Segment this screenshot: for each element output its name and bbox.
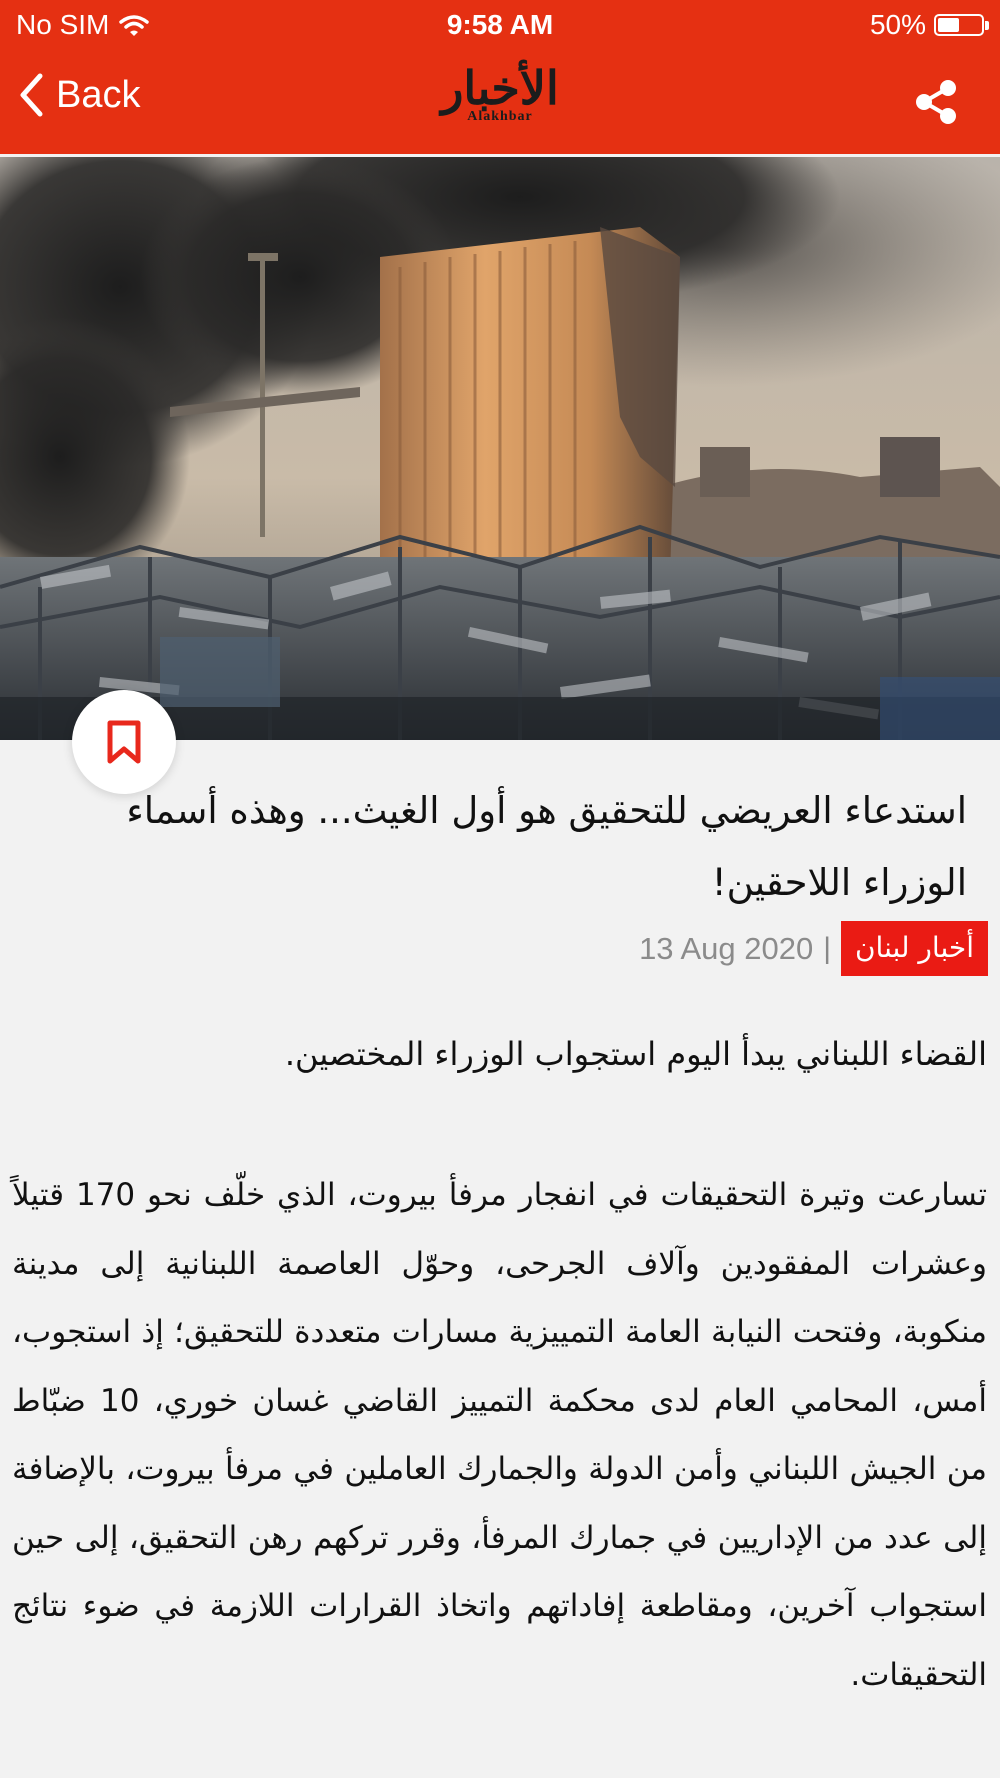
navigation-bar: Back الأخبار Alakhbar [0,50,1000,154]
status-right: 50% [869,9,989,41]
battery-percent: 50% [869,9,926,40]
app-logo: الأخبار Alakhbar [360,58,640,148]
back-label: Back [56,73,141,116]
bookmark-icon [105,719,143,765]
chevron-left-icon [18,72,44,118]
app-header: No SIM 9:58 AM 50% Back الأخبار Alakhbar [0,0,1000,154]
status-bar: No SIM 9:58 AM 50% [0,0,1000,50]
battery-fill [938,18,959,32]
battery-icon [934,14,989,36]
bookmark-button[interactable] [72,690,176,794]
article-date: 13 Aug 2020 [639,930,814,966]
article-hero-image [0,157,1000,740]
logo-latin: Alakhbar [467,109,533,124]
article-meta: أخبار لبنان | 13 Aug 2020 [639,921,988,976]
article-lead: القضاء اللبناني يبدأ اليوم استجواب الوزر… [284,1035,987,1073]
article-title: استدعاء العريضي للتحقيق هو أول الغيث... … [126,789,967,904]
share-icon [912,78,960,126]
meta-separator: | [823,931,831,965]
article-body: تسارعت وتيرة التحقيقات في انفجار مرفأ بي… [12,1177,987,1693]
status-time: 9:58 AM [446,9,554,40]
category-badge[interactable]: أخبار لبنان [840,921,988,976]
back-button[interactable]: Back [18,72,140,118]
share-button[interactable] [912,78,960,126]
